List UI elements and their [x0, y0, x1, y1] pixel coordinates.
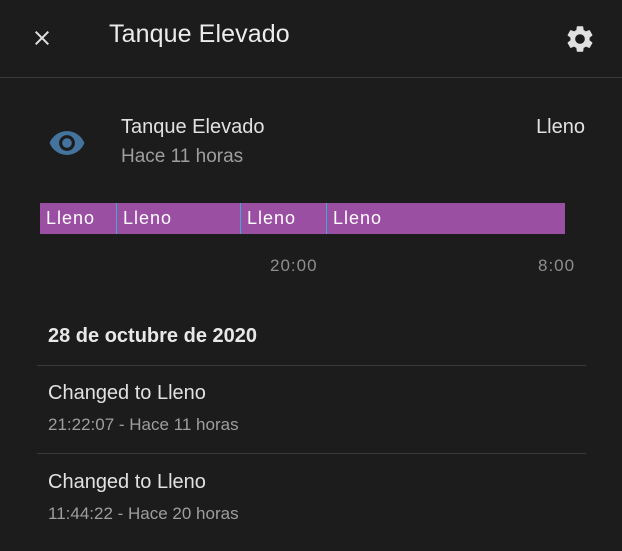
entity-state: Lleno	[536, 116, 585, 138]
logbook-date: 28 de octubre de 2020	[48, 325, 257, 347]
entity-name: Tanque Elevado	[121, 116, 265, 138]
logbook-entry-time: 21:22:07 - Hace 11 horas	[48, 415, 239, 434]
timeline-segment[interactable]: Lleno	[40, 203, 116, 234]
logbook-entry-time: 11:44:22 - Hace 20 horas	[48, 504, 239, 523]
dialog-header: Tanque Elevado	[0, 0, 622, 78]
logbook-entry: Changed to Lleno 21:22:07 - Hace 11 hora…	[48, 382, 588, 462]
logbook-entry-message: Changed to Lleno	[48, 471, 206, 493]
logbook-entry: Changed to Lleno 11:44:22 - Hace 20 hora…	[48, 471, 588, 551]
timeline-segment[interactable]: Lleno	[240, 203, 326, 234]
entity-last-changed: Hace 11 horas	[121, 146, 244, 167]
history-timeline: Lleno Lleno Lleno Lleno	[40, 203, 565, 234]
timeline-segment[interactable]: Lleno	[116, 203, 240, 234]
timeline-tick: 20:00	[270, 256, 318, 275]
settings-button[interactable]	[560, 19, 600, 59]
close-button[interactable]	[26, 22, 58, 54]
divider	[37, 453, 586, 454]
gear-icon	[567, 26, 593, 52]
dialog-title: Tanque Elevado	[109, 20, 290, 48]
logbook-entry-message: Changed to Lleno	[48, 382, 206, 404]
timeline-segment[interactable]: Lleno	[326, 203, 565, 234]
timeline-tick: 8:00	[538, 256, 576, 275]
close-icon	[35, 31, 49, 45]
eye-icon	[49, 131, 85, 155]
divider	[37, 365, 586, 366]
entity-row: Tanque Elevado Hace 11 horas Lleno	[0, 100, 622, 180]
